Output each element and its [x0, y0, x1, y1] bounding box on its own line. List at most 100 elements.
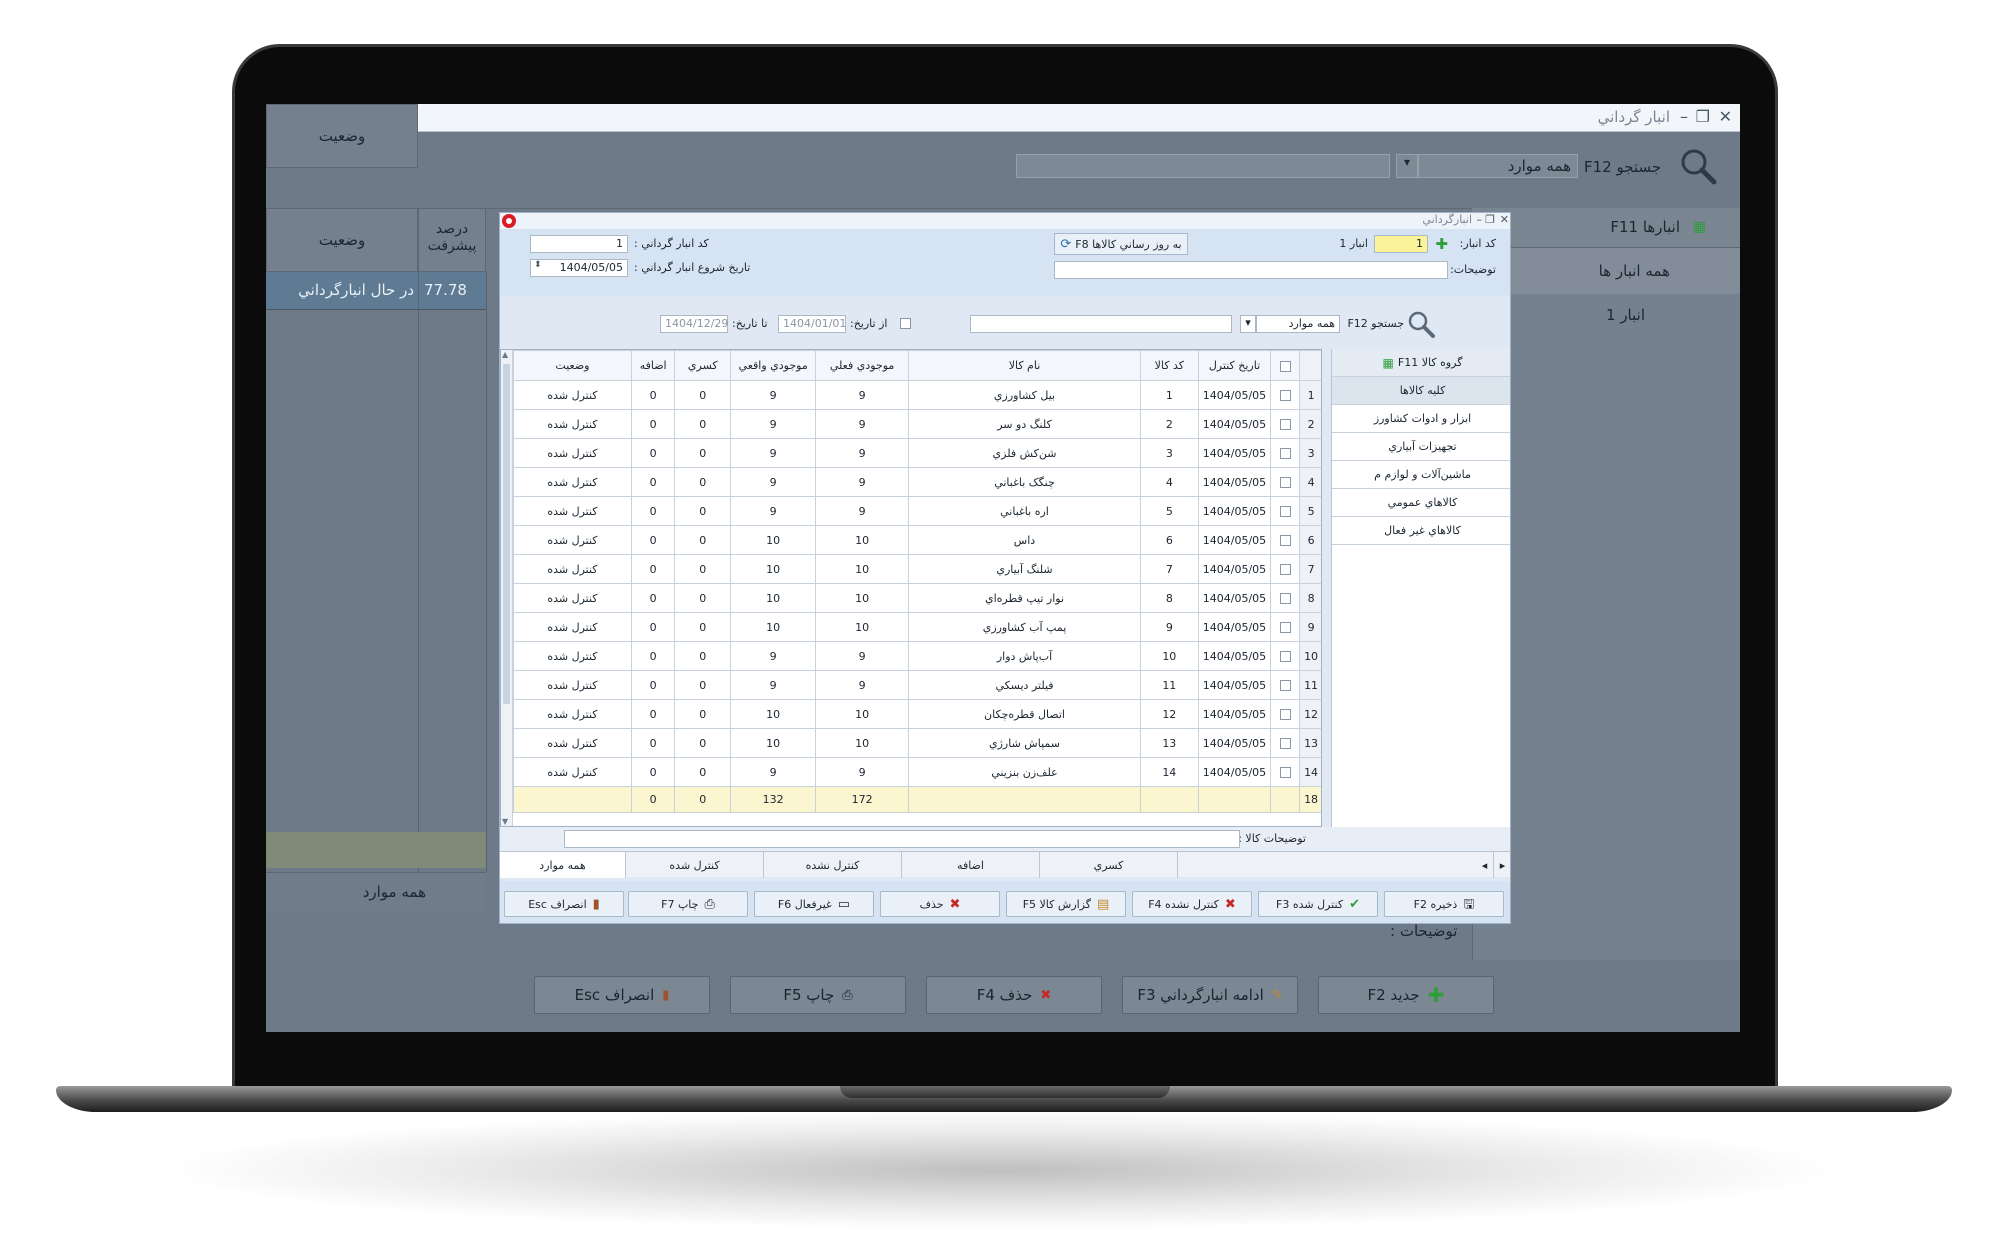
cell-select[interactable]: [1270, 409, 1301, 439]
dialog-cancel-button[interactable]: ▮ انصراف Esc: [504, 891, 624, 917]
scroll-up-icon[interactable]: ▲: [502, 350, 508, 359]
cell-surplus[interactable]: 0: [630, 699, 676, 729]
table-row[interactable]: کنترل شده 0 0 10 10 سمپاش شارژي 13 1404/05/05 13: [513, 728, 1321, 758]
new-button[interactable]: ✚ جديد F2: [1318, 976, 1494, 1014]
cell-item-code[interactable]: 1: [1139, 380, 1199, 410]
grid-vertical-scrollbar[interactable]: ▲ ▼: [501, 350, 513, 826]
table-row[interactable]: کنترل شده 0 0 9 9 کلنگ دو سر 2 1404/05/05 2: [513, 409, 1321, 439]
cell-surplus[interactable]: 0: [630, 728, 676, 758]
tab-scroll-left[interactable]: ◂: [1476, 852, 1494, 878]
cell-actual-stock[interactable]: 9: [730, 670, 817, 700]
minimize-icon[interactable]: –: [1680, 107, 1688, 126]
dialog-search-icon[interactable]: [1406, 309, 1436, 339]
cell-surplus[interactable]: 0: [630, 641, 676, 671]
main-grid-row-selected[interactable]: در حال انبارگرداني 77.78: [266, 272, 486, 310]
col-item-name[interactable]: نام کالا: [908, 350, 1141, 381]
cell-actual-stock[interactable]: 10: [730, 728, 817, 758]
row-checkbox[interactable]: [1279, 680, 1291, 691]
cell-check-date[interactable]: 1404/05/05: [1197, 554, 1272, 584]
cell-current-stock[interactable]: 10: [815, 699, 910, 729]
cell-item-name[interactable]: شن‌کش فلزي: [908, 438, 1141, 468]
dialog-search-dropdown[interactable]: ▾: [1240, 315, 1256, 333]
item-description-input[interactable]: [564, 830, 1240, 848]
cell-item-code[interactable]: 14: [1139, 757, 1199, 787]
table-row[interactable]: کنترل شده 0 0 10 10 نوار تيپ قطره‌اي 8 1404/05/…: [513, 583, 1321, 613]
table-row[interactable]: کنترل شده 0 0 10 10 اتصال قطره‌چکان 12 1404/05/…: [513, 699, 1321, 729]
tab-surplus[interactable]: اضافه: [902, 852, 1040, 878]
item-group-2[interactable]: تجهيزات آبياري: [1332, 433, 1510, 461]
cell-item-code[interactable]: 10: [1139, 641, 1199, 671]
cell-deficit[interactable]: 0: [674, 467, 732, 497]
cell-surplus[interactable]: 0: [630, 496, 676, 526]
cell-surplus[interactable]: 0: [630, 467, 676, 497]
cell-select[interactable]: [1270, 438, 1301, 468]
cell-deficit[interactable]: 0: [674, 699, 732, 729]
table-row[interactable]: کنترل شده 0 0 10 10 شلنگ آبياري 7 1404/05/05 7: [513, 554, 1321, 584]
item-group-5[interactable]: کالاهاي غير فعال: [1332, 517, 1510, 545]
table-row[interactable]: کنترل شده 0 0 9 9 بيل کشاورزي 1 1404/05/05 1: [513, 380, 1321, 410]
tab-all[interactable]: همه موارد: [500, 852, 626, 878]
cell-item-code[interactable]: 5: [1139, 496, 1199, 526]
main-tab-all[interactable]: همه موارد: [266, 872, 486, 912]
cell-current-stock[interactable]: 9: [815, 467, 910, 497]
cell-select[interactable]: [1270, 583, 1301, 613]
item-group-0[interactable]: کليه کالاها: [1332, 377, 1510, 405]
cell-check-date[interactable]: 1404/05/05: [1197, 641, 1272, 671]
table-row[interactable]: کنترل شده 0 0 10 10 پمپ آب کشاورزي 9 1404/05/05…: [513, 612, 1321, 642]
dialog-restore-icon[interactable]: ❐: [1485, 213, 1495, 226]
item-report-button[interactable]: ▤ گزارش کالا F5: [1006, 891, 1126, 917]
col-current-stock[interactable]: موجودي فعلي: [815, 350, 910, 381]
cell-surplus[interactable]: 0: [630, 670, 676, 700]
cell-select[interactable]: [1270, 728, 1301, 758]
cell-check-date[interactable]: 1404/05/05: [1197, 699, 1272, 729]
cell-status[interactable]: کنترل شده: [513, 438, 632, 468]
cell-item-code[interactable]: 3: [1139, 438, 1199, 468]
cell-deficit[interactable]: 0: [674, 757, 732, 787]
main-search-input[interactable]: [1016, 154, 1390, 178]
cell-item-code[interactable]: 12: [1139, 699, 1199, 729]
add-warehouse-icon[interactable]: ✚: [1435, 235, 1448, 253]
to-date-input[interactable]: 1404/12/29: [660, 315, 728, 333]
row-checkbox[interactable]: [1279, 535, 1291, 546]
col-item-code[interactable]: کد کالا: [1139, 350, 1199, 381]
row-checkbox[interactable]: [1279, 419, 1291, 430]
cell-actual-stock[interactable]: 9: [730, 438, 817, 468]
cell-item-name[interactable]: فيلتر ديسکي: [908, 670, 1141, 700]
warehouse-code-input[interactable]: 1: [1374, 235, 1428, 253]
row-checkbox[interactable]: [1279, 709, 1291, 720]
cell-item-name[interactable]: نوار تيپ قطره‌اي: [908, 583, 1141, 613]
inactive-button[interactable]: ▭ غيرفعال F6: [754, 891, 874, 917]
cell-surplus[interactable]: 0: [630, 380, 676, 410]
cell-item-code[interactable]: 6: [1139, 525, 1199, 555]
cell-deficit[interactable]: 0: [674, 525, 732, 555]
cell-actual-stock[interactable]: 9: [730, 380, 817, 410]
cell-check-date[interactable]: 1404/05/05: [1197, 757, 1272, 787]
cell-surplus[interactable]: 0: [630, 525, 676, 555]
scrollbar-thumb[interactable]: [503, 364, 510, 704]
tab-checked[interactable]: کنترل شده: [626, 852, 764, 878]
cell-deficit[interactable]: 0: [674, 496, 732, 526]
cell-select[interactable]: [1270, 554, 1301, 584]
cell-status[interactable]: کنترل شده: [513, 699, 632, 729]
row-checkbox[interactable]: [1279, 564, 1291, 575]
dialog-close-icon[interactable]: ✕: [1500, 213, 1509, 226]
col-select-all[interactable]: [1270, 350, 1301, 381]
cell-item-name[interactable]: کلنگ دو سر: [908, 409, 1141, 439]
date-spinner-icon[interactable]: ⬍: [534, 260, 542, 270]
cell-select[interactable]: [1270, 641, 1301, 671]
cell-deficit[interactable]: 0: [674, 409, 732, 439]
row-checkbox[interactable]: [1279, 767, 1291, 778]
cell-check-date[interactable]: 1404/05/05: [1197, 728, 1272, 758]
inventory-code-input[interactable]: 1: [530, 235, 628, 253]
cell-surplus[interactable]: 0: [630, 583, 676, 613]
cancel-button[interactable]: ▮ انصراف Esc: [534, 976, 710, 1014]
restore-icon[interactable]: ❐: [1696, 107, 1710, 126]
cell-deficit[interactable]: 0: [674, 438, 732, 468]
table-row[interactable]: کنترل شده 0 0 9 9 فيلتر ديسکي 11 1404/05/05 11: [513, 670, 1321, 700]
cell-check-date[interactable]: 1404/05/05: [1197, 438, 1272, 468]
cell-item-name[interactable]: اتصال قطره‌چکان: [908, 699, 1141, 729]
cell-item-code[interactable]: 9: [1139, 612, 1199, 642]
cell-status[interactable]: کنترل شده: [513, 612, 632, 642]
tab-deficit[interactable]: کسري: [1040, 852, 1178, 878]
col-actual-stock[interactable]: موجودي واقعي: [730, 350, 817, 381]
